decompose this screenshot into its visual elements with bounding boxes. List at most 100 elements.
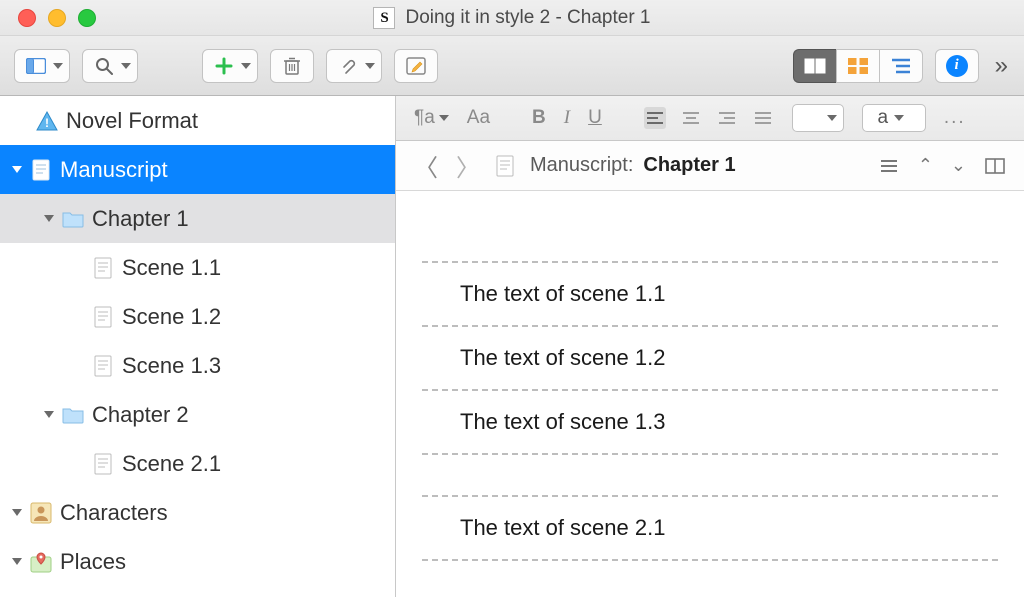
close-window-button[interactable]	[18, 9, 36, 27]
binder-item-label: Chapter 2	[92, 402, 395, 428]
binder-sidebar: ! Novel Format Manuscript Chapter 1 Scen…	[0, 96, 396, 597]
binder-item-chapter-2[interactable]: Chapter 2	[0, 390, 395, 439]
path-current: Chapter 1	[643, 154, 735, 177]
view-outline-button[interactable]	[879, 49, 923, 83]
compose-icon	[405, 55, 427, 77]
view-scrivenings-button[interactable]	[793, 49, 836, 83]
text-doc-icon	[92, 355, 114, 377]
binder-item-scene-1-1[interactable]: Scene 1.1	[0, 243, 395, 292]
binder-item-chapter-1[interactable]: Chapter 1	[0, 194, 395, 243]
binder-item-characters[interactable]: Characters	[0, 488, 395, 537]
disclosure-triangle-icon[interactable]	[12, 166, 22, 173]
italic-button[interactable]: I	[564, 107, 570, 129]
window-controls	[0, 9, 96, 27]
toolbar-overflow-button[interactable]: »	[991, 52, 1010, 80]
editor-path-bar: 〈 〉 Manuscript: Chapter 1 ⌃ ⌄	[396, 141, 1024, 191]
paperclip-icon	[337, 55, 359, 77]
binder-item-places[interactable]: Places	[0, 537, 395, 586]
binder-item-label: Chapter 1	[92, 206, 395, 232]
underline-label: U	[588, 107, 602, 129]
scene-text[interactable]: The text of scene 1.3	[422, 391, 998, 453]
align-center-button[interactable]	[680, 107, 702, 129]
prev-doc-button[interactable]: ⌃	[918, 155, 933, 176]
disclosure-spacer	[18, 117, 28, 124]
manuscript-icon	[30, 159, 52, 181]
svg-text:!: !	[45, 116, 49, 130]
inspector-button[interactable]: i	[935, 49, 979, 83]
align-right-button[interactable]	[716, 107, 738, 129]
view-corkboard-button[interactable]	[836, 49, 879, 83]
zoom-window-button[interactable]	[78, 9, 96, 27]
align-justify-button[interactable]	[752, 107, 774, 129]
layout-button[interactable]	[14, 49, 70, 83]
history-nav: 〈 〉	[414, 148, 480, 183]
more-icon: »	[995, 52, 1006, 79]
binder-item-label: Places	[60, 549, 395, 575]
text-doc-icon	[92, 306, 114, 328]
pilcrow-icon: ¶a	[414, 107, 435, 129]
scene-text[interactable]: The text of scene 1.2	[422, 327, 998, 389]
format-bar-overflow[interactable]: ...	[944, 107, 966, 129]
path-title[interactable]: Manuscript: Chapter 1	[530, 154, 864, 177]
window-title-text: Doing it in style 2 - Chapter 1	[405, 7, 650, 29]
template-info-icon: !	[36, 110, 58, 132]
line-spacing-label: a	[878, 107, 889, 129]
scene-text[interactable]: The text of scene 2.1	[422, 497, 998, 559]
character-icon	[30, 502, 52, 524]
path-bar-controls: ⌃ ⌄	[878, 155, 1006, 177]
disclosure-triangle-icon[interactable]	[44, 411, 54, 418]
trash-icon	[281, 55, 303, 77]
minimize-window-button[interactable]	[48, 9, 66, 27]
font-button[interactable]: Aa	[467, 107, 490, 129]
outline-icon	[890, 55, 912, 77]
main-toolbar: i »	[0, 36, 1024, 96]
search-icon	[93, 55, 115, 77]
chevron-down-icon	[121, 63, 131, 69]
scene-divider	[422, 559, 998, 561]
paragraph-style-button[interactable]: ¶a	[414, 107, 449, 129]
app-icon: S	[373, 7, 395, 29]
binder-item-label: Novel Format	[66, 108, 395, 134]
trash-button[interactable]	[270, 49, 314, 83]
compose-button[interactable]	[394, 49, 438, 83]
disclosure-triangle-icon[interactable]	[12, 509, 22, 516]
chevron-down-icon	[439, 115, 449, 121]
format-bar: ¶a Aa B I U	[396, 96, 1024, 141]
chevron-down-icon	[53, 63, 63, 69]
bold-button[interactable]: B	[532, 107, 546, 129]
chevron-down-icon	[241, 63, 251, 69]
binder-item-scene-1-2[interactable]: Scene 1.2	[0, 292, 395, 341]
titlebar: S Doing it in style 2 - Chapter 1	[0, 0, 1024, 36]
add-button[interactable]	[202, 49, 258, 83]
binder-item-scene-2-1[interactable]: Scene 2.1	[0, 439, 395, 488]
text-doc-icon	[494, 155, 516, 177]
search-button[interactable]	[82, 49, 138, 83]
history-forward-button[interactable]: 〉	[456, 148, 480, 183]
line-spacing-select[interactable]: a	[862, 104, 926, 132]
underline-button[interactable]: U	[588, 107, 602, 129]
layout-icon	[25, 55, 47, 77]
scene-text[interactable]: The text of scene 1.1	[422, 263, 998, 325]
path-context: Manuscript:	[530, 154, 633, 177]
chevron-down-icon	[827, 115, 837, 121]
scrivenings-icon	[804, 55, 826, 77]
folder-icon	[62, 404, 84, 426]
binder-item-manuscript[interactable]: Manuscript	[0, 145, 395, 194]
contents-menu-button[interactable]	[878, 155, 900, 177]
next-doc-button[interactable]: ⌄	[951, 155, 966, 176]
binder-item-scene-1-3[interactable]: Scene 1.3	[0, 341, 395, 390]
attach-button[interactable]	[326, 49, 382, 83]
binder-item-label: Manuscript	[60, 157, 395, 183]
text-color-select[interactable]	[792, 104, 844, 132]
view-mode-segmented	[793, 49, 923, 83]
history-back-button[interactable]: 〈	[414, 148, 438, 183]
split-view-button[interactable]	[984, 155, 1006, 177]
binder-item-label: Characters	[60, 500, 395, 526]
align-left-button[interactable]	[644, 107, 666, 129]
binder-item-novel-format[interactable]: ! Novel Format	[0, 96, 395, 145]
disclosure-triangle-icon[interactable]	[44, 215, 54, 222]
bold-label: B	[532, 107, 546, 129]
disclosure-triangle-icon[interactable]	[12, 558, 22, 565]
editor-body[interactable]: The text of scene 1.1 The text of scene …	[396, 191, 1024, 597]
font-label: Aa	[467, 107, 490, 129]
